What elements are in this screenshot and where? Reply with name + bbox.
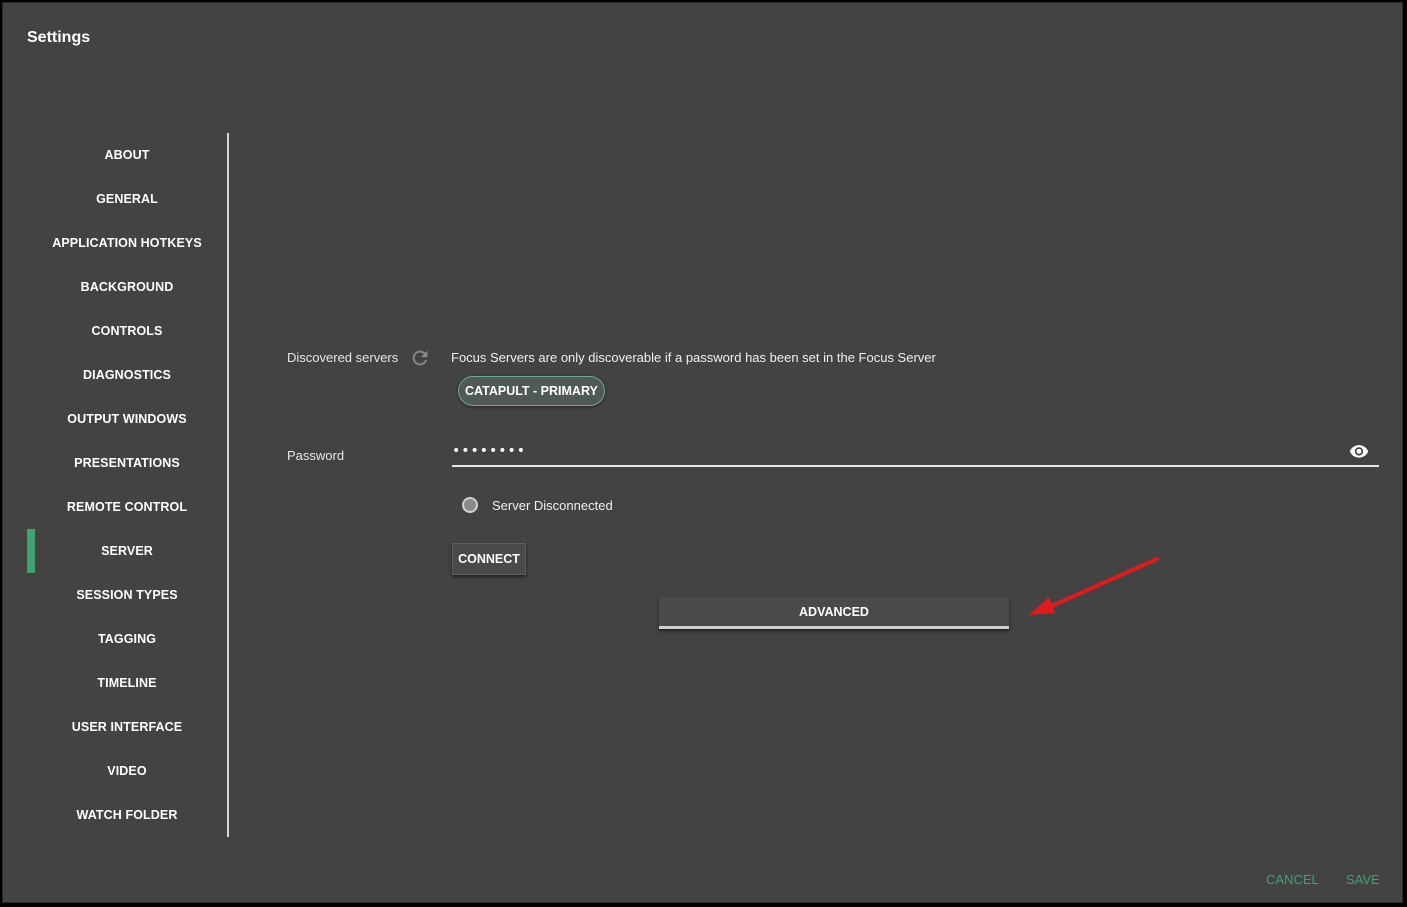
settings-sidebar: ABOUT GENERAL APPLICATION HOTKEYS BACKGR… [27,133,227,837]
sidebar-item-remote-control[interactable]: REMOTE CONTROL [27,485,227,529]
sidebar-item-label: OUTPUT WINDOWS [67,412,187,426]
discovery-info-text: Focus Servers are only discoverable if a… [451,350,936,365]
sidebar-item-label: ABOUT [104,148,150,162]
server-status-indicator [462,497,478,513]
sidebar-item-label: CONTROLS [91,324,163,338]
settings-window: Settings ABOUT GENERAL APPLICATION HOTKE… [2,2,1403,903]
sidebar-item-user-interface[interactable]: USER INTERFACE [27,705,227,749]
sidebar-item-label: BACKGROUND [80,280,174,294]
sidebar-divider [227,133,229,837]
sidebar-item-label: APPLICATION HOTKEYS [52,236,202,250]
sidebar-item-label: VIDEO [107,764,147,778]
sidebar-item-about[interactable]: ABOUT [27,133,227,177]
sidebar-item-label: SESSION TYPES [76,588,178,602]
sidebar-item-label: SERVER [101,544,153,558]
sidebar-item-presentations[interactable]: PRESENTATIONS [27,441,227,485]
discovered-server-chip[interactable]: CATAPULT - PRIMARY [458,376,605,406]
sidebar-item-session-types[interactable]: SESSION TYPES [27,573,227,617]
save-button[interactable]: SAVE [1346,872,1380,887]
refresh-icon[interactable] [409,347,431,369]
annotation-arrow-icon [1029,557,1159,615]
server-status-text: Server Disconnected [492,498,613,513]
password-value[interactable]: •••••••• [452,443,526,459]
sidebar-item-watch-folder[interactable]: WATCH FOLDER [27,793,227,837]
advanced-button[interactable]: ADVANCED [659,597,1009,629]
sidebar-item-label: PRESENTATIONS [74,456,180,470]
sidebar-item-tagging[interactable]: TAGGING [27,617,227,661]
sidebar-item-label: TAGGING [97,632,157,646]
sidebar-item-diagnostics[interactable]: DIAGNOSTICS [27,353,227,397]
sidebar-item-background[interactable]: BACKGROUND [27,265,227,309]
active-indicator [27,529,35,573]
discovered-servers-label: Discovered servers [287,350,399,365]
page-title: Settings [27,29,91,46]
sidebar-item-output-windows[interactable]: OUTPUT WINDOWS [27,397,227,441]
eye-icon[interactable] [1349,443,1369,459]
cancel-button[interactable]: CANCEL [1266,872,1319,887]
sidebar-item-application-hotkeys[interactable]: APPLICATION HOTKEYS [27,221,227,265]
sidebar-item-label: TIMELINE [97,676,157,690]
connect-button[interactable]: CONNECT [452,543,526,575]
sidebar-item-video[interactable]: VIDEO [27,749,227,793]
sidebar-item-label: GENERAL [96,192,158,206]
sidebar-item-controls[interactable]: CONTROLS [27,309,227,353]
sidebar-item-label: USER INTERFACE [71,720,183,734]
password-field[interactable]: •••••••• [452,439,1379,467]
sidebar-item-label: WATCH FOLDER [76,808,178,822]
password-label: Password [287,448,345,463]
sidebar-item-label: REMOTE CONTROL [66,500,188,514]
sidebar-item-timeline[interactable]: TIMELINE [27,661,227,705]
sidebar-item-general[interactable]: GENERAL [27,177,227,221]
sidebar-item-label: DIAGNOSTICS [83,368,171,382]
sidebar-item-server[interactable]: SERVER [27,529,227,573]
